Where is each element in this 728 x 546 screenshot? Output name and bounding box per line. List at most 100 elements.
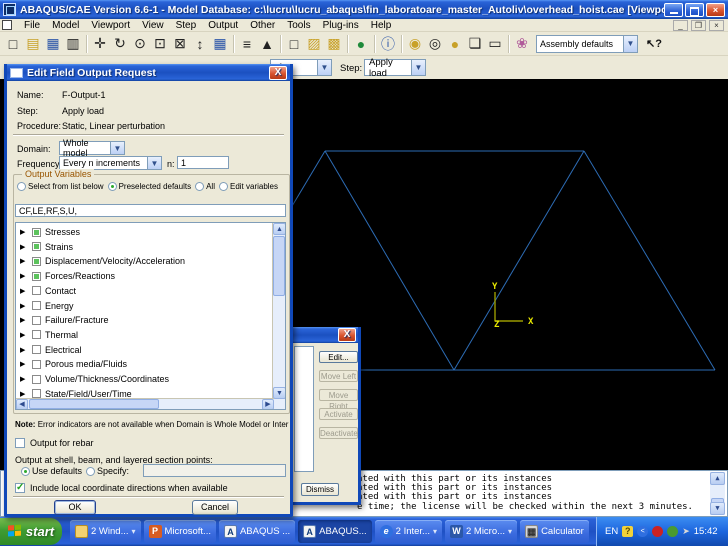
viewport-layout-icon[interactable]: ❏ xyxy=(465,34,485,54)
menu-item[interactable]: Other xyxy=(244,20,281,31)
expand-arrow-icon[interactable]: ▶ xyxy=(20,331,28,339)
expand-arrow-icon[interactable]: ▶ xyxy=(20,360,28,368)
variable-checkbox[interactable] xyxy=(32,286,41,295)
menu-item[interactable]: Output xyxy=(202,20,244,31)
variable-row[interactable]: ▶ Strains xyxy=(20,240,73,254)
frequency-select[interactable]: Every n increments ▼ xyxy=(59,156,162,170)
print-icon[interactable]: ▥ xyxy=(63,34,83,54)
variable-checkbox[interactable] xyxy=(32,242,41,251)
menu-item[interactable]: View xyxy=(136,20,170,31)
manager-button[interactable]: Move Left xyxy=(319,370,358,382)
info-icon[interactable]: ⓘ xyxy=(378,34,398,54)
variable-row[interactable]: ▶ Energy xyxy=(20,299,74,313)
menu-item[interactable]: Tools xyxy=(281,20,316,31)
view-options-icon[interactable]: ▦ xyxy=(210,34,230,54)
close-button[interactable]: × xyxy=(706,3,725,17)
step-select[interactable]: Apply load ▼ xyxy=(364,59,426,76)
rebar-checkbox-row[interactable]: Output for rebar xyxy=(15,438,94,448)
variable-checkbox[interactable] xyxy=(32,360,41,369)
wireframe-render-icon[interactable]: □ xyxy=(284,34,304,54)
manager-list[interactable] xyxy=(294,346,314,472)
dismiss-button[interactable]: Dismiss xyxy=(301,483,339,496)
scroll-thumb[interactable] xyxy=(273,236,285,296)
variable-checkbox[interactable] xyxy=(32,257,41,266)
variable-checkbox[interactable] xyxy=(32,389,41,398)
radio-option[interactable]: Specify: xyxy=(86,466,129,476)
expand-arrow-icon[interactable]: ▶ xyxy=(20,272,28,280)
scroll-down-icon[interactable]: ▼ xyxy=(273,387,286,399)
variable-checkbox[interactable] xyxy=(32,345,41,354)
manager-button[interactable]: Move Right xyxy=(319,389,358,401)
variable-row[interactable]: ▶ Failure/Fracture xyxy=(20,313,109,327)
rebar-checkbox[interactable] xyxy=(15,438,25,448)
taskbar-button[interactable]: 2 Wind... ▾ xyxy=(70,520,141,543)
tray-icon-green[interactable] xyxy=(667,526,678,537)
cycle-views-icon[interactable]: ↕ xyxy=(190,34,210,54)
start-button[interactable]: start xyxy=(0,518,62,545)
render-monitor-icon[interactable]: ▭ xyxy=(485,34,505,54)
taskbar-button[interactable]: 2 Inter... ▾ xyxy=(375,520,442,543)
rotate-icon[interactable]: ↻ xyxy=(110,34,130,54)
scroll-down-icon[interactable]: ▼ xyxy=(710,502,725,515)
mdi-minimize-button[interactable]: _ xyxy=(673,20,688,31)
variable-row[interactable]: ▶ Stresses xyxy=(20,225,80,239)
highlight-on-icon[interactable]: ◉ xyxy=(405,34,425,54)
menu-item[interactable]: File xyxy=(18,20,46,31)
scroll-up-icon[interactable]: ▲ xyxy=(710,472,725,485)
color-palette-icon[interactable]: ❀ xyxy=(512,34,532,54)
new-file-icon[interactable]: □ xyxy=(3,34,23,54)
variable-row[interactable]: ▶ Volume/Thickness/Coordinates xyxy=(20,372,169,386)
dialog-close-button[interactable]: X xyxy=(269,66,287,80)
scroll-right-icon[interactable]: ▶ xyxy=(262,399,274,410)
taskbar-button[interactable]: ABAQUS ... ▾ xyxy=(219,520,295,543)
dialog-close-button[interactable]: X xyxy=(338,328,356,342)
language-indicator[interactable]: EN xyxy=(605,526,618,537)
fit-view-icon[interactable]: ⊠ xyxy=(170,34,190,54)
open-folder-icon[interactable]: ▤ xyxy=(23,34,43,54)
ok-button[interactable]: OK xyxy=(54,500,96,515)
menu-item[interactable]: Plug-ins xyxy=(317,20,365,31)
tray-icon-red[interactable] xyxy=(652,526,663,537)
expand-arrow-icon[interactable]: ▶ xyxy=(20,390,28,398)
variable-checkbox[interactable] xyxy=(32,330,41,339)
magnify-icon[interactable]: ⊙ xyxy=(130,34,150,54)
specify-input[interactable] xyxy=(143,464,286,477)
include-local-checkbox-row[interactable]: Include local coordinate directions when… xyxy=(15,483,228,493)
taskbar-button[interactable]: Calculator ▾ xyxy=(520,520,589,543)
cancel-button[interactable]: Cancel xyxy=(192,500,238,515)
expand-arrow-icon[interactable]: ▶ xyxy=(20,257,28,265)
zoom-region-icon[interactable]: ⊡ xyxy=(150,34,170,54)
scroll-thumb[interactable] xyxy=(29,399,159,409)
help-tray-icon[interactable]: ? xyxy=(622,526,633,537)
shaded-render-icon[interactable]: ▩ xyxy=(324,34,344,54)
list-horizontal-scrollbar[interactable]: ◀ ▶ xyxy=(16,398,274,409)
scroll-left-icon[interactable]: ◀ xyxy=(16,399,28,410)
query-icon[interactable]: ≡ xyxy=(237,34,257,54)
restore-button[interactable] xyxy=(685,3,704,17)
expand-arrow-icon[interactable]: ▶ xyxy=(20,287,28,295)
color-code-select[interactable]: Assembly defaults ▼ xyxy=(536,35,638,53)
message-scrollbar[interactable]: ▲ ▼ xyxy=(710,472,725,515)
manager-button[interactable]: Edit... xyxy=(319,351,358,363)
pointer-tray-icon[interactable]: ➤ xyxy=(682,526,690,537)
hidden-line-render-icon[interactable]: ▨ xyxy=(304,34,324,54)
highlight-off-icon[interactable]: ◎ xyxy=(425,34,445,54)
expand-arrow-icon[interactable]: ▶ xyxy=(20,346,28,354)
variable-row[interactable]: ▶ Thermal xyxy=(20,328,78,342)
expand-arrow-icon[interactable]: ▶ xyxy=(20,243,28,251)
perspective-icon[interactable]: ● xyxy=(351,34,371,54)
color-dot-icon[interactable]: ● xyxy=(445,34,465,54)
variables-input[interactable]: CF,LE,RF,S,U, xyxy=(15,204,286,217)
expand-arrow-icon[interactable]: ▶ xyxy=(20,316,28,324)
scroll-up-icon[interactable]: ▲ xyxy=(273,223,286,235)
variable-checkbox[interactable] xyxy=(32,228,41,237)
save-icon[interactable]: ▦ xyxy=(43,34,63,54)
taskbar-button[interactable]: Microsoft... ▾ xyxy=(144,520,216,543)
n-input[interactable]: 1 xyxy=(177,156,229,169)
variable-row[interactable]: ▶ Contact xyxy=(20,284,76,298)
manager-button[interactable]: Deactivate xyxy=(319,427,358,439)
variable-row[interactable]: ▶ Forces/Reactions xyxy=(20,269,115,283)
taskbar-button[interactable]: 2 Micro... ▾ xyxy=(445,520,517,543)
menu-item[interactable]: Step xyxy=(170,20,203,31)
domain-select[interactable]: Whole model ▼ xyxy=(59,141,125,155)
